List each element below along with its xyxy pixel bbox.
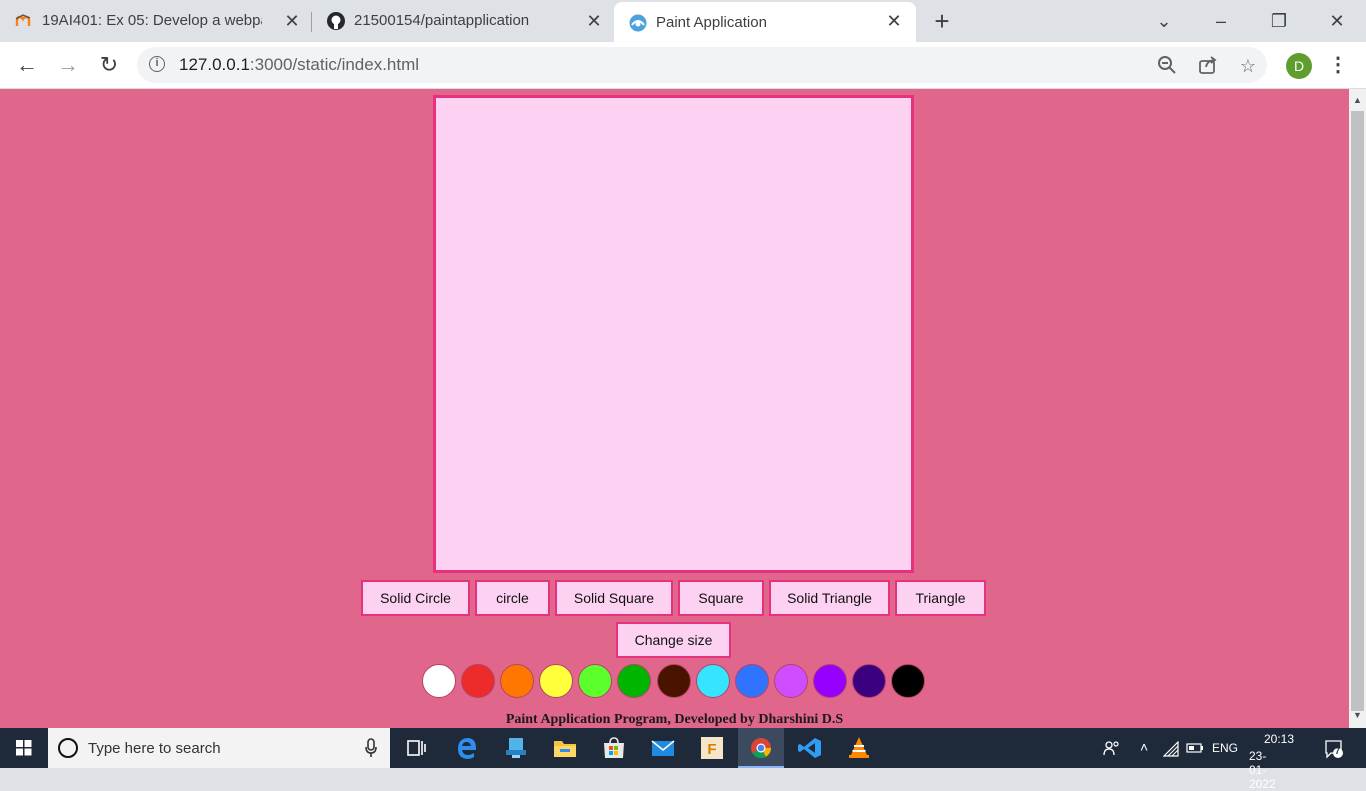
site-info-icon[interactable]: i xyxy=(149,56,165,72)
scroll-up-arrow-icon[interactable]: ▲ xyxy=(1353,95,1362,105)
address-bar[interactable]: i 127.0.0.1:3000/static/index.html ☆ xyxy=(137,47,1267,83)
page-footer: Paint Application Program, Developed by … xyxy=(505,712,844,727)
remote-desktop-icon[interactable] xyxy=(503,736,529,760)
tab-title: 19AI401: Ex 05: Develop a webpa xyxy=(42,12,262,29)
url-host: 127.0.0.1 xyxy=(179,55,250,74)
page-scrollbar[interactable]: ▲ ▼ xyxy=(1349,89,1366,728)
url-path: :3000/static/index.html xyxy=(249,55,420,74)
notification-center-icon[interactable] xyxy=(1324,739,1344,759)
color-swatch-light-green[interactable] xyxy=(578,664,612,698)
close-window-icon[interactable]: ✕ xyxy=(1324,8,1350,34)
windows-taskbar: Type here to search F ˄ ENG 20:13 23-01-… xyxy=(0,728,1366,791)
vlc-icon[interactable] xyxy=(846,736,872,760)
solid-square-button[interactable]: Solid Square xyxy=(555,580,673,616)
color-swatch-blue[interactable] xyxy=(735,664,769,698)
color-swatch-green[interactable] xyxy=(617,664,651,698)
taskbar-search-box[interactable]: Type here to search xyxy=(48,728,390,768)
color-swatch-yellow[interactable] xyxy=(539,664,573,698)
forward-arrow-icon[interactable]: → xyxy=(55,52,81,78)
chrome-taskbar-active[interactable] xyxy=(738,728,784,768)
notification-count: 7 xyxy=(1335,746,1341,756)
restore-icon[interactable]: ❐ xyxy=(1266,8,1292,34)
clock-date[interactable]: 23-01-2022 xyxy=(1249,749,1276,791)
language-indicator[interactable]: ENG xyxy=(1212,741,1238,755)
bookmark-star-icon[interactable]: ☆ xyxy=(1237,55,1259,77)
page-favicon xyxy=(629,14,647,32)
back-arrow-icon[interactable]: ← xyxy=(14,52,40,78)
zoom-out-icon[interactable] xyxy=(1156,55,1178,77)
scroll-thumb[interactable] xyxy=(1351,111,1364,711)
tab-strip: 19AI401: Ex 05: Develop a webpa ✕ 215001… xyxy=(0,0,1366,46)
paint-page: Solid Circle circle Solid Square Square … xyxy=(0,89,1349,728)
edge-icon[interactable] xyxy=(454,736,480,760)
color-swatch-black[interactable] xyxy=(891,664,925,698)
github-icon xyxy=(327,12,345,30)
url-text[interactable]: 127.0.0.1:3000/static/index.html xyxy=(179,55,419,75)
show-hidden-icons-chevron-icon[interactable]: ˄ xyxy=(1140,739,1148,755)
color-swatch-indigo[interactable] xyxy=(852,664,886,698)
color-swatch-orange[interactable] xyxy=(500,664,534,698)
wifi-icon[interactable] xyxy=(1163,741,1181,757)
profile-avatar[interactable]: D xyxy=(1286,53,1312,79)
tab-title: 21500154/paintapplication xyxy=(354,12,530,29)
minimize-icon[interactable]: – xyxy=(1208,8,1234,34)
close-tab-icon[interactable]: ✕ xyxy=(584,11,604,31)
new-tab-plus-icon[interactable]: + xyxy=(930,8,954,34)
color-swatch-purple[interactable] xyxy=(813,664,847,698)
browser-toolbar: ← → ↻ i 127.0.0.1:3000/static/index.html… xyxy=(0,42,1366,89)
chrome-icon xyxy=(751,738,772,759)
task-view-icon[interactable] xyxy=(404,736,430,760)
tab-title: Paint Application xyxy=(656,14,767,31)
tab-search-chevron-icon[interactable]: ⌄ xyxy=(1151,8,1177,34)
people-icon[interactable] xyxy=(1103,740,1121,756)
color-swatch-brown[interactable] xyxy=(657,664,691,698)
drawing-canvas[interactable] xyxy=(433,95,914,573)
microphone-icon[interactable] xyxy=(364,738,378,758)
color-swatch-cyan[interactable] xyxy=(696,664,730,698)
close-tab-icon[interactable]: ✕ xyxy=(282,11,302,31)
svg-text:F: F xyxy=(707,741,716,758)
change-size-button[interactable]: Change size xyxy=(616,622,731,658)
windows-logo-icon xyxy=(16,740,32,756)
triangle-button[interactable]: Triangle xyxy=(895,580,986,616)
fusion-app-icon[interactable]: F xyxy=(699,736,725,760)
share-icon[interactable] xyxy=(1197,55,1219,77)
shape-button-row: Solid Circle circle Solid Square Square … xyxy=(0,580,1349,616)
search-placeholder: Type here to search xyxy=(88,740,221,757)
solid-triangle-button[interactable]: Solid Triangle xyxy=(769,580,890,616)
battery-icon[interactable] xyxy=(1186,742,1204,754)
close-tab-icon[interactable]: ✕ xyxy=(884,11,904,31)
moodle-icon xyxy=(15,14,31,26)
solid-circle-button[interactable]: Solid Circle xyxy=(361,580,470,616)
color-swatch-red[interactable] xyxy=(461,664,495,698)
mail-icon[interactable] xyxy=(650,736,676,760)
color-swatch-pink-purple[interactable] xyxy=(774,664,808,698)
tab-github[interactable]: 21500154/paintapplication ✕ xyxy=(312,0,612,42)
tab-paint-application[interactable]: Paint Application ✕ xyxy=(614,2,916,46)
microsoft-store-icon[interactable] xyxy=(601,736,627,760)
file-explorer-icon[interactable] xyxy=(552,736,578,760)
tab-moodle[interactable]: 19AI401: Ex 05: Develop a webpa ✕ xyxy=(0,0,310,42)
vscode-icon[interactable] xyxy=(797,736,823,760)
cortana-icon xyxy=(58,738,78,758)
reload-icon[interactable]: ↻ xyxy=(96,52,122,78)
browser-menu-icon[interactable]: ⋮ xyxy=(1328,52,1348,78)
square-button[interactable]: Square xyxy=(678,580,764,616)
start-button[interactable] xyxy=(0,728,48,768)
circle-button[interactable]: circle xyxy=(475,580,550,616)
clock-time[interactable]: 20:13 xyxy=(1264,732,1294,746)
scroll-down-arrow-icon[interactable]: ▼ xyxy=(1353,710,1362,720)
color-swatch-white[interactable] xyxy=(422,664,456,698)
